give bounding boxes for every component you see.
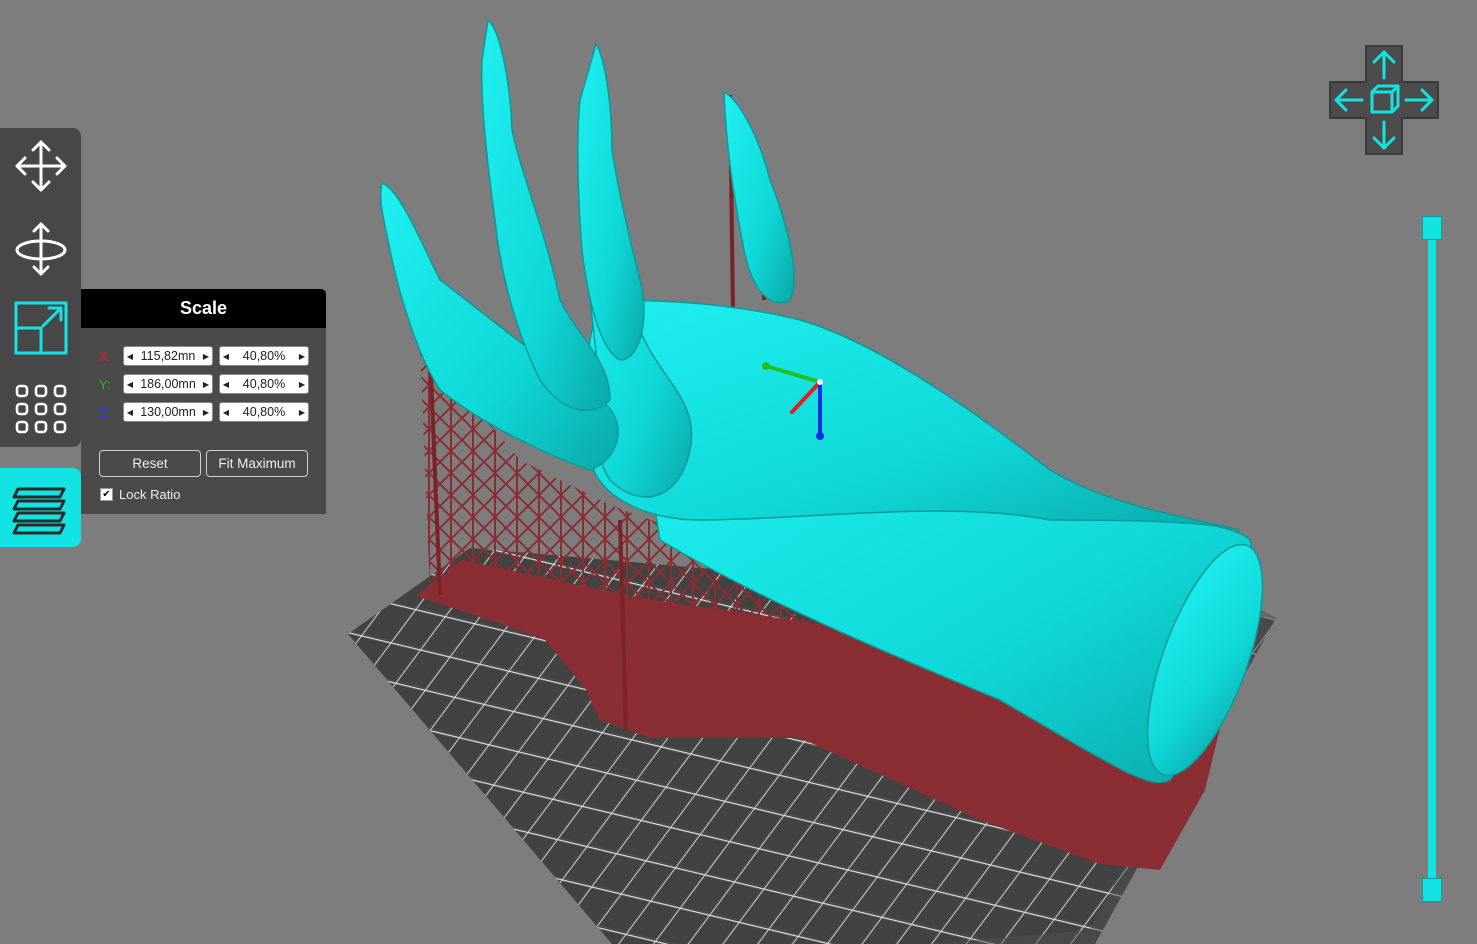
decrement-arrow-icon[interactable]: ◀ (220, 408, 232, 417)
decrement-arrow-icon[interactable]: ◀ (124, 380, 136, 389)
slider-handle-top[interactable] (1422, 216, 1442, 240)
rotate-icon (15, 222, 67, 276)
size-z-spinbox[interactable]: ◀ 130,00mn ▶ (123, 402, 213, 422)
increment-arrow-icon[interactable]: ▶ (296, 352, 308, 361)
reset-button[interactable]: Reset (99, 450, 201, 477)
size-x-value[interactable]: 115,82mn (136, 349, 200, 363)
percent-x-spinbox[interactable]: ◀ 40,80% ▶ (219, 346, 309, 366)
increment-arrow-icon[interactable]: ▶ (200, 352, 212, 361)
scale-icon (14, 301, 68, 355)
grid-dots-icon (15, 384, 67, 434)
increment-arrow-icon[interactable]: ▶ (296, 380, 308, 389)
increment-arrow-icon[interactable]: ▶ (296, 408, 308, 417)
size-y-value[interactable]: 186,00mn (136, 377, 200, 391)
fit-maximum-button[interactable]: Fit Maximum (206, 450, 308, 477)
rotate-tool-button[interactable] (6, 212, 76, 284)
lock-ratio-checkbox[interactable]: ✔ (100, 488, 113, 501)
lock-ratio-control[interactable]: ✔ Lock Ratio (100, 487, 180, 502)
finger-little (723, 90, 795, 304)
increment-arrow-icon[interactable]: ▶ (200, 380, 212, 389)
decrement-arrow-icon[interactable]: ◀ (220, 352, 232, 361)
arrange-tool-button[interactable] (6, 372, 76, 444)
percent-y-spinbox[interactable]: ◀ 40,80% ▶ (219, 374, 309, 394)
percent-z-value[interactable]: 40,80% (232, 405, 296, 419)
view-cube-nav-icon (1329, 45, 1439, 155)
move-arrows-icon (15, 140, 67, 192)
scale-row-z: Z: ◀ 130,00mn ▶ ◀ 40,80% ▶ (81, 402, 326, 424)
size-z-value[interactable]: 130,00mn (136, 405, 200, 419)
decrement-arrow-icon[interactable]: ◀ (124, 352, 136, 361)
layer-slider[interactable] (1420, 214, 1446, 906)
scale-panel-title: Scale (81, 289, 326, 328)
move-tool-button[interactable] (6, 130, 76, 202)
scale-panel: Scale X: ◀ 115,82mn ▶ ◀ 40,80% ▶ Y: ◀ 18… (81, 289, 326, 514)
percent-y-value[interactable]: 40,80% (232, 377, 296, 391)
scale-tool-button[interactable] (6, 292, 76, 364)
decrement-arrow-icon[interactable]: ◀ (220, 380, 232, 389)
axis-label-x: X: (99, 349, 112, 364)
slider-track[interactable] (1428, 228, 1436, 888)
increment-arrow-icon[interactable]: ▶ (200, 408, 212, 417)
percent-z-spinbox[interactable]: ◀ 40,80% ▶ (219, 402, 309, 422)
size-x-spinbox[interactable]: ◀ 115,82mn ▶ (123, 346, 213, 366)
finger-ring (577, 42, 645, 361)
lock-ratio-label: Lock Ratio (119, 487, 181, 502)
scale-row-y: Y: ◀ 186,00mn ▶ ◀ 40,80% ▶ (81, 374, 326, 396)
layers-button[interactable] (0, 468, 81, 547)
size-y-spinbox[interactable]: ◀ 186,00mn ▶ (123, 374, 213, 394)
axis-label-z: Z: (99, 405, 111, 420)
view-navigation (1328, 44, 1440, 156)
percent-x-value[interactable]: 40,80% (232, 349, 296, 363)
transform-toolbar (0, 128, 81, 447)
scale-row-x: X: ◀ 115,82mn ▶ ◀ 40,80% ▶ (81, 346, 326, 368)
slider-handle-bottom[interactable] (1422, 878, 1442, 902)
layers-icon (12, 487, 65, 534)
axis-label-y: Y: (99, 377, 111, 392)
decrement-arrow-icon[interactable]: ◀ (124, 408, 136, 417)
